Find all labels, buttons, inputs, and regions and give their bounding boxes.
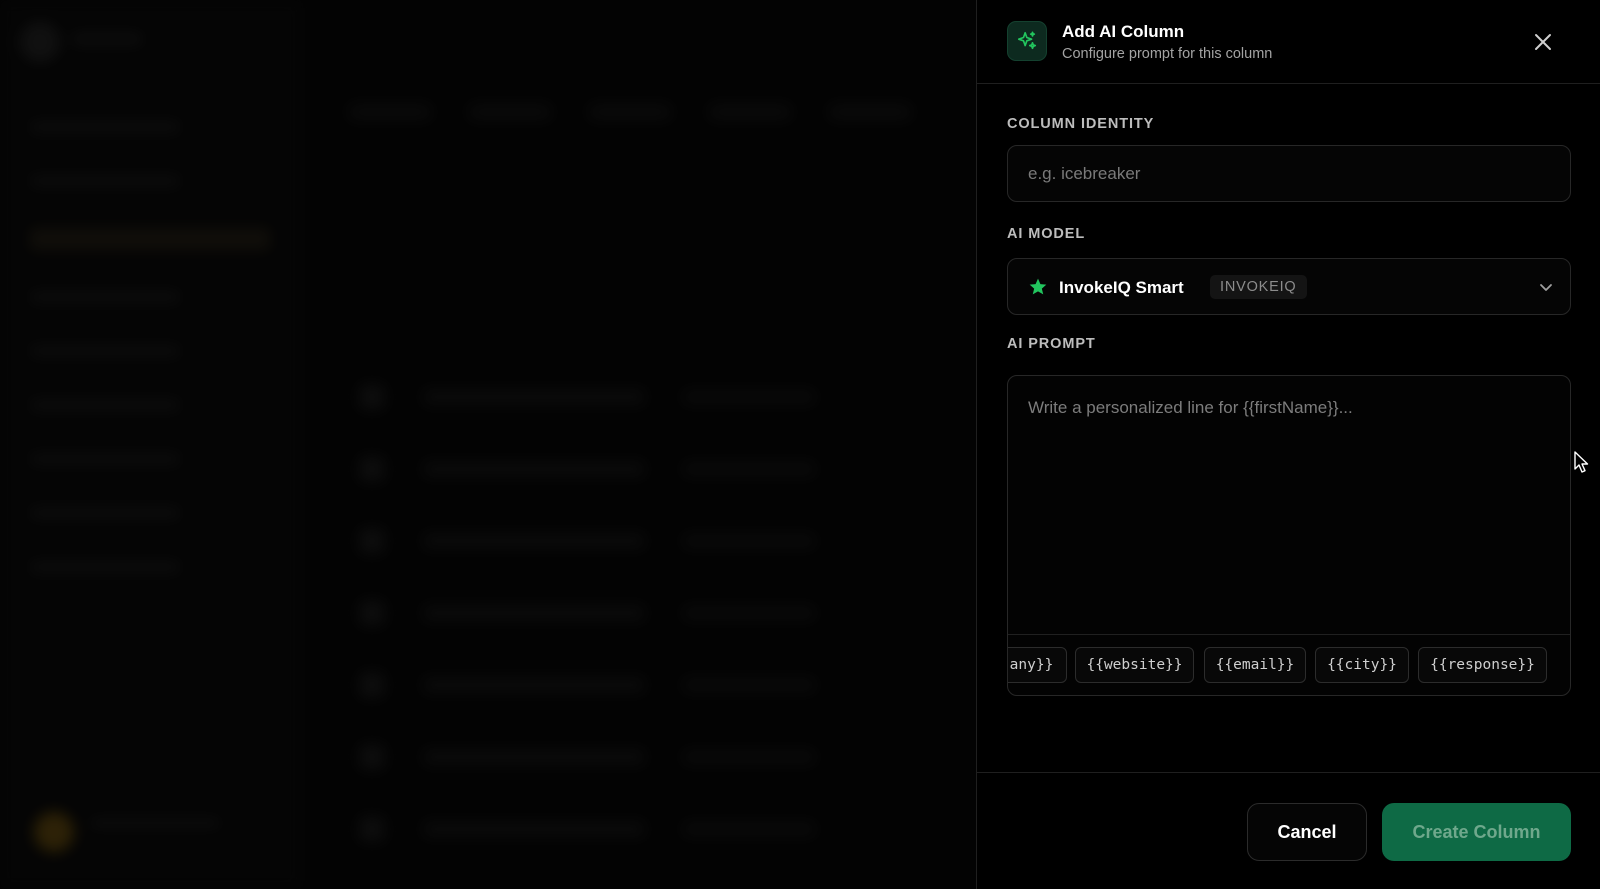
mouse-pointer-icon (1574, 451, 1589, 473)
variable-chips-bar[interactable]: any}} {{website}} {{email}} {{city}} {{r… (1008, 634, 1570, 695)
panel-header: Add AI Column Configure prompt for this … (977, 0, 1600, 84)
column-identity-label: COLUMN IDENTITY (1007, 116, 1155, 132)
create-column-button[interactable]: Create Column (1382, 803, 1571, 861)
chevron-down-icon (1540, 284, 1552, 291)
close-button[interactable] (1529, 28, 1557, 56)
variable-chip-website[interactable]: {{website}} (1075, 647, 1194, 683)
variable-chip-company[interactable]: any}} (1008, 647, 1067, 683)
variable-chip-email[interactable]: {{email}} (1204, 647, 1306, 683)
panel-footer: Cancel Create Column (977, 772, 1600, 889)
ai-prompt-textarea[interactable] (1008, 376, 1570, 634)
ai-model-provider-badge: INVOKEIQ (1210, 275, 1307, 299)
panel-title: Add AI Column (1062, 22, 1185, 41)
sparkles-icon (1007, 21, 1047, 61)
ai-model-label: AI MODEL (1007, 226, 1086, 242)
add-ai-column-panel: Add AI Column Configure prompt for this … (976, 0, 1600, 889)
ai-prompt-label: AI PROMPT (1007, 336, 1096, 352)
ai-model-name: InvokeIQ Smart (1059, 278, 1184, 297)
star-icon (1029, 278, 1047, 295)
modal-backdrop[interactable] (0, 0, 980, 889)
variable-chip-city[interactable]: {{city}} (1315, 647, 1409, 683)
ai-prompt-box: any}} {{website}} {{email}} {{city}} {{r… (1007, 375, 1571, 696)
close-icon (1535, 34, 1551, 50)
variable-chip-response[interactable]: {{response}} (1418, 647, 1547, 683)
cancel-button[interactable]: Cancel (1247, 803, 1367, 861)
panel-subtitle: Configure prompt for this column (1062, 46, 1273, 62)
column-identity-input[interactable] (1007, 145, 1571, 202)
ai-model-select[interactable]: InvokeIQ Smart INVOKEIQ (1007, 258, 1571, 315)
